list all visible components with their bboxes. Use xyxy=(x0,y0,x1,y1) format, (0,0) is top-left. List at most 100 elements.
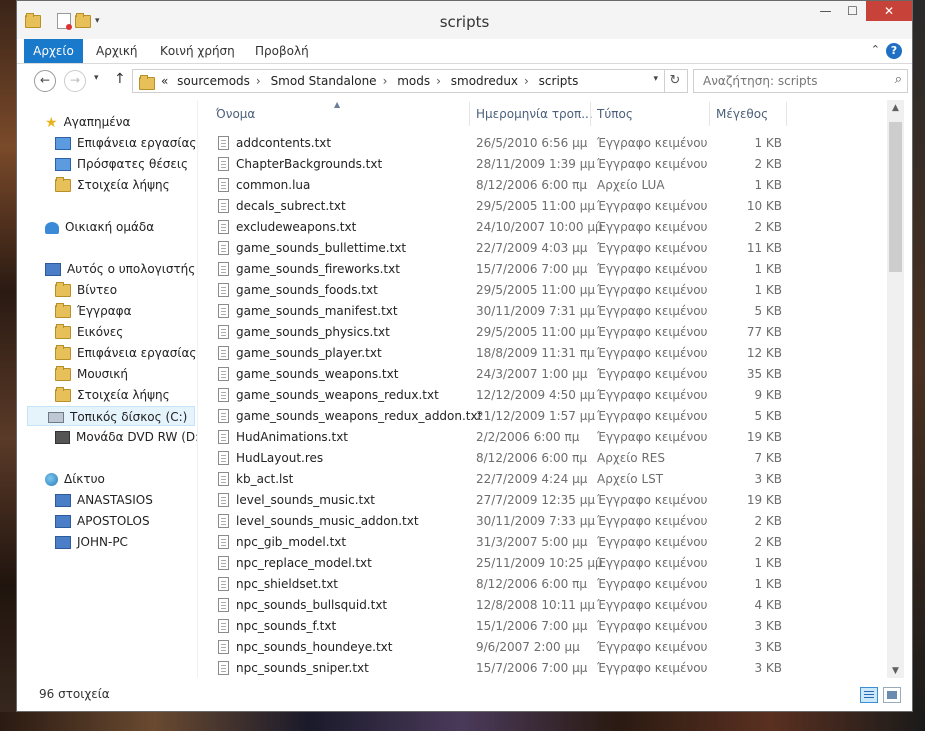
window-controls: — ☐ ✕ xyxy=(812,1,912,21)
breadcrumb-sourcemods[interactable]: sourcemods xyxy=(177,74,250,88)
tab-view[interactable]: Προβολή xyxy=(255,39,309,63)
table-row[interactable]: game_sounds_physics.txt 29/5/2005 11:00 μ… xyxy=(198,322,887,343)
search-box[interactable]: ⌕ xyxy=(693,69,908,93)
column-name[interactable]: Όνομα xyxy=(216,107,255,121)
table-row[interactable]: game_sounds_manifest.txt 30/11/2009 7:31 … xyxy=(198,301,887,322)
sidebar-item-downloads[interactable]: Στοιχεία λήψης xyxy=(55,175,170,195)
breadcrumb-mods[interactable]: mods xyxy=(397,74,430,88)
scroll-down-arrow[interactable]: ▼ xyxy=(887,666,904,676)
sidebar-favorites[interactable]: ★ Αγαπημένα xyxy=(45,112,130,132)
table-row[interactable]: excludeweapons.txt 24/10/2007 10:00 μμ Έγγ… xyxy=(198,217,887,238)
table-row[interactable]: game_sounds_weapons.txt 24/3/2007 1:00 μμ… xyxy=(198,364,887,385)
sidebar-item-anastasios[interactable]: ANASTASIOS xyxy=(55,490,153,510)
text-file-icon xyxy=(218,430,229,444)
table-row[interactable]: game_sounds_player.txt 18/8/2009 11:31 πμ… xyxy=(198,343,887,364)
table-row[interactable]: level_sounds_music.txt 27/7/2009 12:35 μμ… xyxy=(198,490,887,511)
table-row[interactable]: level_sounds_music_addon.txt 30/11/2009 7… xyxy=(198,511,887,532)
table-row[interactable]: game_sounds_weapons_redux.txt 12/12/2009 … xyxy=(198,385,887,406)
breadcrumb-smod-standalone[interactable]: Smod Standalone xyxy=(271,74,377,88)
sidebar-item-downloads-pc[interactable]: Στοιχεία λήψης xyxy=(55,385,170,405)
expand-ribbon-icon[interactable]: ⌃ xyxy=(871,43,880,56)
sidebar-item-documents[interactable]: Έγγραφα xyxy=(55,301,132,321)
table-row[interactable]: decals_subrect.txt 29/5/2005 11:00 μμ Έγγρ… xyxy=(198,196,887,217)
file-date: 30/11/2009 7:31 μμ xyxy=(476,304,596,318)
sidebar-item-recent-places[interactable]: Πρόσφατες θέσεις xyxy=(55,154,188,174)
sidebar-item-dvd-drive[interactable]: Μονάδα DVD RW (D:) xyxy=(55,427,197,447)
sidebar-homegroup[interactable]: Οικιακή ομάδα xyxy=(45,217,154,237)
breadcrumb-separator-icon[interactable]: › xyxy=(383,74,388,88)
file-date: 31/3/2007 5:00 μμ xyxy=(476,535,588,549)
file-type: Έγγραφο κειμένου xyxy=(597,556,708,570)
breadcrumb-separator-icon[interactable]: › xyxy=(436,74,441,88)
forward-button[interactable]: → xyxy=(64,70,86,92)
table-row[interactable]: addcontents.txt 26/5/2010 6:56 μμ Έγγραφο … xyxy=(198,133,887,154)
column-divider[interactable] xyxy=(709,102,710,126)
column-date-modified[interactable]: Ημερομηνία τροπ... xyxy=(476,107,593,121)
table-row[interactable]: kb_act.lst 22/7/2009 4:24 μμ Αρχείο LST 3 K… xyxy=(198,469,887,490)
scroll-up-arrow[interactable]: ▲ xyxy=(887,103,904,113)
breadcrumb-smodredux[interactable]: smodredux xyxy=(451,74,518,88)
breadcrumb-separator-icon[interactable]: › xyxy=(256,74,261,88)
table-row[interactable]: npc_shieldset.txt 8/12/2006 6:00 πμ Έγγραφ… xyxy=(198,574,887,595)
sidebar-item-label: Αυτός ο υπολογιστής xyxy=(67,262,196,276)
file-type: Έγγραφο κειμένου xyxy=(597,388,708,402)
scroll-thumb[interactable] xyxy=(889,122,902,272)
column-size[interactable]: Μέγεθος xyxy=(716,107,768,121)
sidebar-item-desktop[interactable]: Επιφάνεια εργασίας xyxy=(55,133,196,153)
maximize-button[interactable]: ☐ xyxy=(839,1,866,21)
minimize-button[interactable]: — xyxy=(812,1,839,21)
table-row[interactable]: npc_gib_model.txt 31/3/2007 5:00 μμ Έγγραφ… xyxy=(198,532,887,553)
recent-locations-button[interactable]: ▾ xyxy=(94,73,99,83)
table-row[interactable]: game_sounds_bullettime.txt 22/7/2009 4:03… xyxy=(198,238,887,259)
table-row[interactable]: common.lua 8/12/2006 6:00 πμ Αρχείο LUA 1 K… xyxy=(198,175,887,196)
column-divider[interactable] xyxy=(590,102,591,126)
search-input[interactable] xyxy=(701,73,885,89)
tab-file[interactable]: Αρχείο xyxy=(24,39,83,63)
column-type[interactable]: Τύπος xyxy=(597,107,633,121)
breadcrumb-overflow[interactable]: « xyxy=(161,74,168,88)
file-name: addcontents.txt xyxy=(236,136,332,150)
sidebar-item-desktop-pc[interactable]: Επιφάνεια εργασίας xyxy=(55,343,196,363)
breadcrumb-scripts[interactable]: scripts xyxy=(539,74,579,88)
table-row[interactable]: game_sounds_fireworks.txt 15/7/2006 7:00 … xyxy=(198,259,887,280)
refresh-button[interactable]: ↻ xyxy=(663,69,688,93)
column-divider[interactable] xyxy=(469,102,470,126)
help-icon[interactable]: ? xyxy=(886,43,902,59)
text-file-icon xyxy=(218,493,229,507)
table-row[interactable]: npc_sounds_sniper.txt 15/7/2006 7:00 μμ Έγ… xyxy=(198,658,887,678)
sidebar-item-apostolos[interactable]: APOSTOLOS xyxy=(55,511,150,531)
table-row[interactable]: npc_sounds_f.txt 15/1/2006 7:00 μμ Έγγραφο… xyxy=(198,616,887,637)
table-row[interactable]: npc_replace_model.txt 25/11/2009 10:25 μμ… xyxy=(198,553,887,574)
up-button[interactable]: ↑ xyxy=(114,71,126,87)
search-icon[interactable]: ⌕ xyxy=(895,72,902,87)
vertical-scrollbar[interactable]: ▲ ▼ xyxy=(887,100,904,678)
back-button[interactable]: ← xyxy=(34,70,56,92)
sidebar-network[interactable]: Δίκτυο xyxy=(45,469,105,489)
table-row[interactable]: HudAnimations.txt 2/2/2006 6:00 πμ Έγγραφο… xyxy=(198,427,887,448)
table-row[interactable]: game_sounds_foods.txt 29/5/2005 11:00 μμ Έ… xyxy=(198,280,887,301)
close-button[interactable]: ✕ xyxy=(866,1,912,21)
sidebar-item-label: Επιφάνεια εργασίας xyxy=(77,346,197,360)
table-row[interactable]: game_sounds_weapons_redux_addon.txt 21/12… xyxy=(198,406,887,427)
table-row[interactable]: ChapterBackgrounds.txt 28/11/2009 1:39 μμ… xyxy=(198,154,887,175)
details-view-button[interactable] xyxy=(860,687,878,703)
address-bar[interactable]: « sourcemods › Smod Standalone › mods › smo… xyxy=(132,69,665,93)
file-name: level_sounds_music_addon.txt xyxy=(236,514,419,528)
sidebar-item-videos[interactable]: Βίντεο xyxy=(55,280,117,300)
sidebar-item-john-pc[interactable]: JOHN-PC xyxy=(55,532,128,552)
tab-share[interactable]: Κοινή χρήση xyxy=(160,39,235,63)
sidebar-item-pictures[interactable]: Εικόνες xyxy=(55,322,123,342)
text-file-icon xyxy=(218,472,229,486)
address-dropdown-icon[interactable]: ▾ xyxy=(653,74,658,84)
sidebar-item-local-disk-c[interactable]: Τοπικός δίσκος (C:) xyxy=(27,406,195,426)
table-row[interactable]: npc_sounds_houndeye.txt 9/6/2007 2:00 μμ Έ… xyxy=(198,637,887,658)
file-size: 3 KB xyxy=(754,619,782,633)
tab-home[interactable]: Αρχική xyxy=(96,39,138,63)
sidebar-item-music[interactable]: Μουσική xyxy=(55,364,128,384)
sidebar-this-pc[interactable]: Αυτός ο υπολογιστής xyxy=(45,259,195,279)
column-divider[interactable] xyxy=(786,102,787,126)
large-icons-view-button[interactable] xyxy=(883,687,901,703)
table-row[interactable]: npc_sounds_bullsquid.txt 12/8/2008 10:11 … xyxy=(198,595,887,616)
table-row[interactable]: HudLayout.res 8/12/2006 6:00 πμ Αρχείο RES… xyxy=(198,448,887,469)
breadcrumb-separator-icon[interactable]: › xyxy=(524,74,529,88)
